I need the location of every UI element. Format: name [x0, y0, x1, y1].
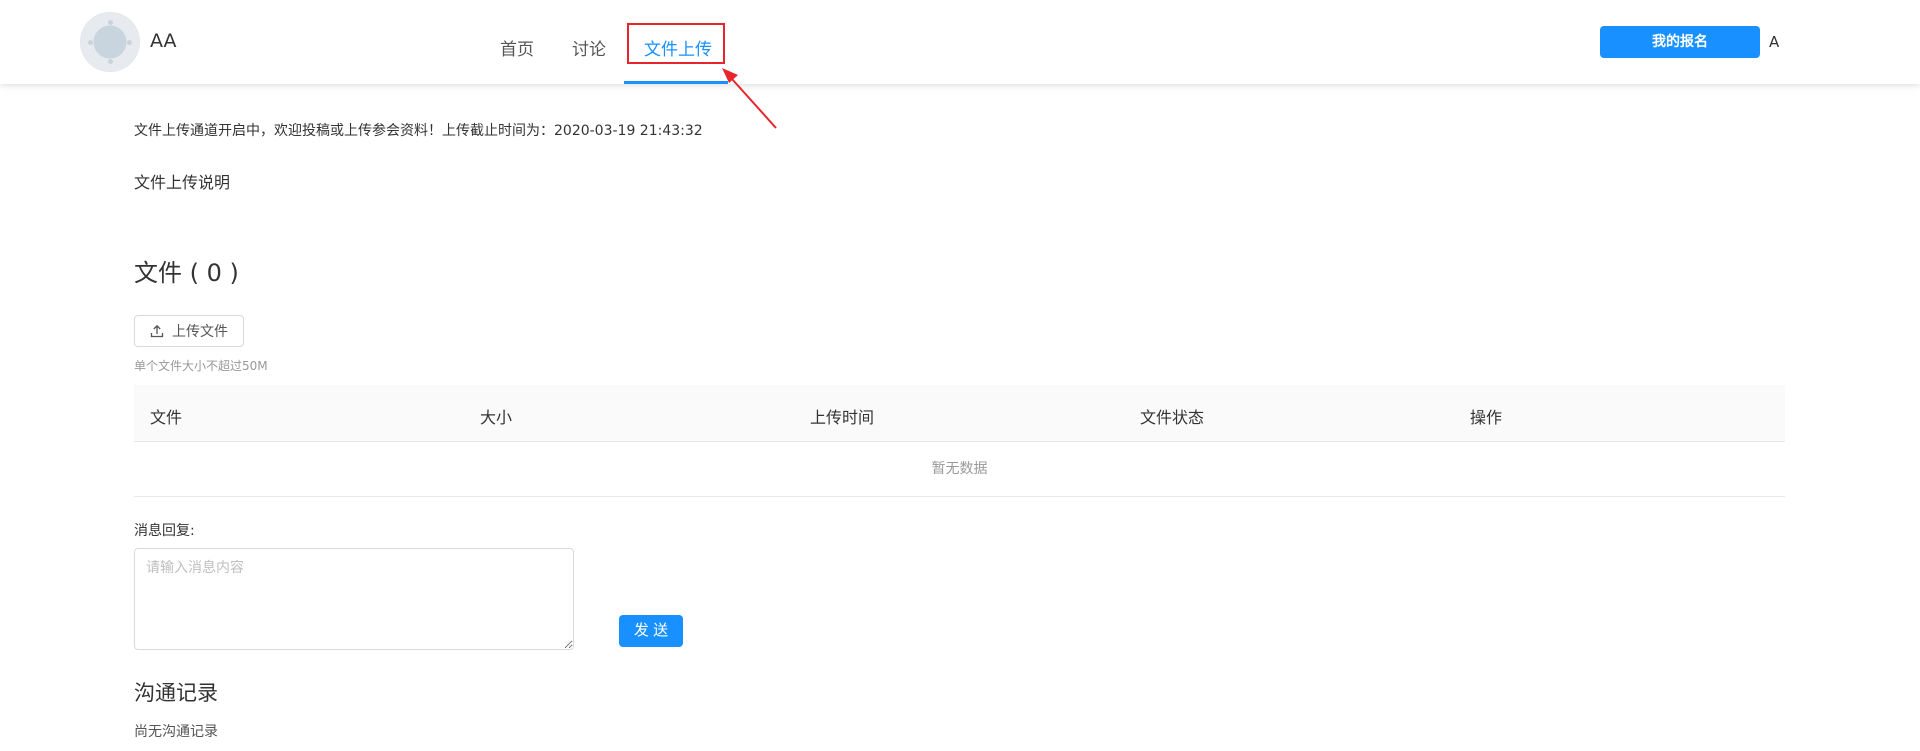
column-header-size: 大小 [480, 408, 513, 427]
table-header-row: 文件 大小 上传时间 文件状态 操作 [134, 385, 1785, 442]
upload-icon [150, 324, 164, 338]
send-button[interactable]: 发 送 [619, 615, 683, 647]
nav-discussion[interactable]: 讨论 [572, 35, 606, 60]
logo-dot [108, 59, 113, 64]
upload-file-label: 上传文件 [172, 324, 228, 340]
upload-notice: 文件上传通道开启中，欢迎投稿或上传参会资料！上传截止时间为：2020-03-19… [134, 123, 703, 139]
reply-label: 消息回复: [134, 523, 195, 539]
top-header: AA 首页 讨论 文件上传 我的报名 A [0, 0, 1920, 84]
logo-dot [108, 20, 113, 25]
message-input[interactable] [134, 548, 574, 650]
logo-dot [88, 40, 93, 45]
column-header-actions: 操作 [1470, 408, 1503, 427]
my-registration-button[interactable]: 我的报名 [1600, 26, 1760, 58]
communication-records-empty: 尚无沟通记录 [134, 724, 218, 740]
column-header-status: 文件状态 [1140, 408, 1205, 427]
logo-dot [127, 40, 132, 45]
column-header-file: 文件 [150, 408, 183, 427]
upload-instructions-link[interactable]: 文件上传说明 [134, 169, 230, 193]
site-logo[interactable] [80, 12, 140, 72]
nav-home[interactable]: 首页 [500, 35, 534, 60]
files-count-title: 文件 ( 0 ) [134, 259, 239, 287]
table-empty-state: 暂无数据 [134, 442, 1785, 497]
file-size-hint: 单个文件大小不超过50M [134, 359, 268, 373]
annotation-arrow-icon [722, 68, 777, 129]
communication-records-title: 沟通记录 [134, 681, 218, 705]
site-name[interactable]: AA [150, 30, 177, 52]
files-table: 文件 大小 上传时间 文件状态 操作 暂无数据 [134, 385, 1785, 497]
column-header-upload-time: 上传时间 [810, 408, 875, 427]
upload-file-button[interactable]: 上传文件 [134, 315, 244, 347]
user-avatar-initial[interactable]: A [1769, 33, 1779, 51]
